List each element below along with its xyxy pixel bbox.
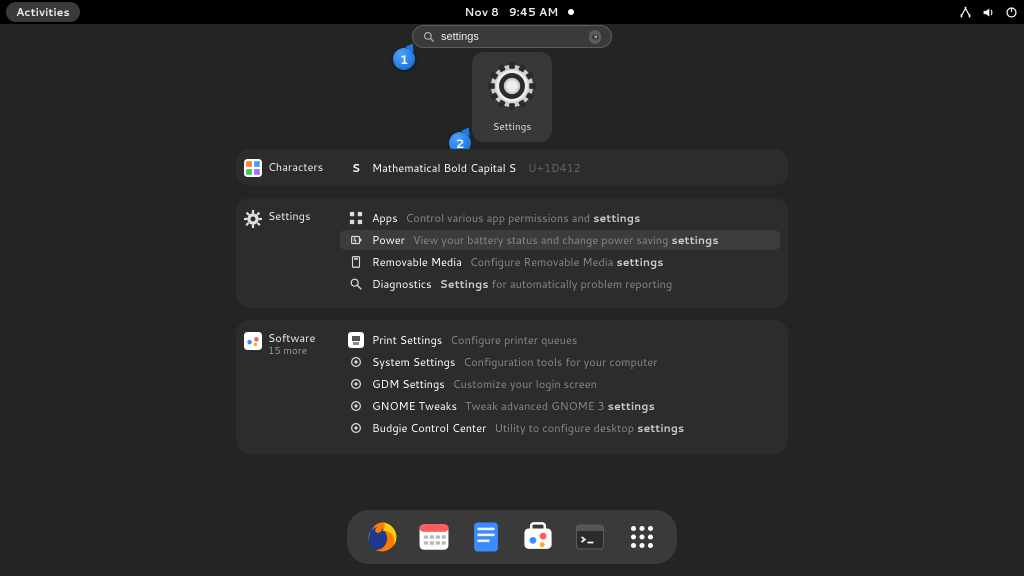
time-label: 9:45 AM bbox=[509, 4, 558, 20]
dock bbox=[347, 510, 677, 564]
removable-media-icon bbox=[348, 254, 364, 270]
row-desc: Settings for automatically problem repor… bbox=[440, 276, 673, 292]
row-desc: Configuration tools for your computer bbox=[463, 354, 657, 370]
clock[interactable]: Nov 8 9:45 AM bbox=[465, 4, 575, 20]
row-desc: Control various app permissions and sett… bbox=[406, 210, 641, 226]
top-bar: Activities Nov 8 9:45 AM bbox=[0, 0, 1024, 24]
row-name: Apps bbox=[372, 210, 398, 226]
dock-todo[interactable] bbox=[469, 520, 503, 554]
section-title: Settings bbox=[268, 210, 310, 223]
power-icon bbox=[1005, 6, 1018, 19]
dock-firefox[interactable] bbox=[365, 520, 399, 554]
row-name: Budgie Control Center bbox=[372, 420, 486, 436]
power-icon bbox=[348, 232, 364, 248]
row-name: Removable Media bbox=[372, 254, 462, 270]
diagnostics-icon bbox=[348, 276, 364, 292]
settings-app-icon bbox=[244, 210, 262, 228]
row-name: GDM Settings bbox=[372, 376, 445, 392]
dock-app-grid[interactable] bbox=[625, 520, 659, 554]
settings-row-power[interactable]: Power View your battery status and chang… bbox=[340, 230, 780, 250]
row-desc: Configure Removable Media settings bbox=[470, 254, 664, 270]
app-result-settings[interactable]: Settings bbox=[472, 52, 552, 142]
search-container bbox=[412, 25, 612, 48]
print-settings-icon bbox=[348, 332, 364, 348]
gdm-settings-icon bbox=[348, 376, 364, 392]
section-header-software: Software 15 more bbox=[244, 330, 340, 444]
software-row-budgie-control-center[interactable]: Budgie Control Center Utility to configu… bbox=[340, 418, 780, 438]
row-name: GNOME Tweaks bbox=[372, 398, 457, 414]
app-result-label: Settings bbox=[476, 120, 548, 134]
backspace-icon bbox=[591, 33, 599, 41]
notification-dot-icon bbox=[568, 9, 574, 15]
software-row-print-settings[interactable]: Print Settings Configure printer queues bbox=[340, 330, 780, 350]
software-row-gnome-tweaks[interactable]: GNOME Tweaks Tweak advanced GNOME 3 sett… bbox=[340, 396, 780, 416]
volume-icon bbox=[982, 6, 995, 19]
row-name: Diagnostics bbox=[372, 276, 432, 292]
row-name: Print Settings bbox=[372, 332, 442, 348]
software-app-icon bbox=[244, 332, 262, 350]
row-name: Power bbox=[372, 232, 405, 248]
section-software: Software 15 more Print Settings Configur… bbox=[236, 320, 788, 454]
gear-icon bbox=[488, 62, 536, 110]
row-desc: Tweak advanced GNOME 3 settings bbox=[465, 398, 655, 414]
system-status-area[interactable] bbox=[959, 6, 1018, 19]
search-icon bbox=[423, 31, 435, 43]
row-name: System Settings bbox=[372, 354, 455, 370]
character-codepoint: U+1D412 bbox=[528, 160, 581, 176]
section-header-settings: Settings bbox=[244, 208, 340, 298]
apps-icon bbox=[348, 210, 364, 226]
character-result-row[interactable]: S Mathematical Bold Capital S U+1D412 bbox=[340, 158, 780, 178]
dock-terminal[interactable] bbox=[573, 520, 607, 554]
row-desc: Customize your login screen bbox=[453, 376, 597, 392]
character-glyph-icon: S bbox=[348, 160, 364, 176]
annotation-badge-1: 1 bbox=[393, 48, 415, 70]
software-row-gdm-settings[interactable]: GDM Settings Customize your login screen bbox=[340, 374, 780, 394]
section-header-characters: Characters bbox=[244, 159, 340, 177]
software-row-system-settings[interactable]: System Settings Configuration tools for … bbox=[340, 352, 780, 372]
settings-row-diagnostics[interactable]: Diagnostics Settings for automatically p… bbox=[340, 274, 780, 294]
date-label: Nov 8 bbox=[465, 4, 499, 20]
settings-row-removable-media[interactable]: Removable Media Configure Removable Medi… bbox=[340, 252, 780, 272]
system-settings-icon bbox=[348, 354, 364, 370]
section-subtitle: 15 more bbox=[268, 345, 315, 357]
search-input[interactable] bbox=[441, 31, 583, 43]
row-desc: Utility to configure desktop settings bbox=[494, 420, 684, 436]
character-name: Mathematical Bold Capital S bbox=[372, 160, 516, 176]
characters-app-icon bbox=[244, 159, 262, 177]
row-desc: Configure printer queues bbox=[450, 332, 577, 348]
gnome-tweaks-icon bbox=[348, 398, 364, 414]
clear-search-button[interactable] bbox=[589, 30, 601, 44]
network-icon bbox=[959, 6, 972, 19]
row-desc: View your battery status and change powe… bbox=[413, 232, 719, 248]
settings-row-apps[interactable]: Apps Control various app permissions and… bbox=[340, 208, 780, 228]
dock-software[interactable] bbox=[521, 520, 555, 554]
section-settings: Settings Apps Control various app permis… bbox=[236, 198, 788, 308]
section-title: Characters bbox=[268, 161, 323, 174]
budgie-control-center-icon bbox=[348, 420, 364, 436]
dock-calendar[interactable] bbox=[417, 520, 451, 554]
search-field[interactable] bbox=[412, 25, 612, 48]
section-characters: Characters S Mathematical Bold Capital S… bbox=[236, 149, 788, 186]
activities-button[interactable]: Activities bbox=[6, 2, 80, 22]
